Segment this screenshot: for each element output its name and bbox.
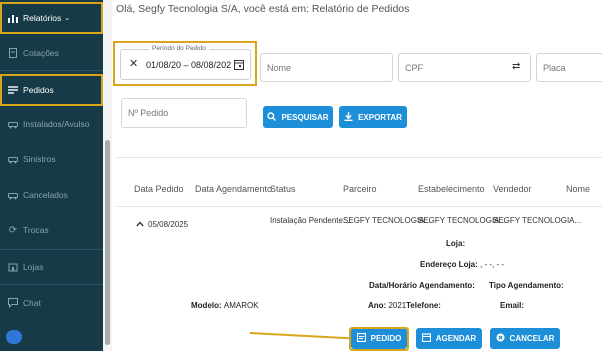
nome-input[interactable]: Nome — [260, 53, 393, 82]
endereco-label-text: Endereço Loja: — [420, 260, 478, 269]
annotation-arrow — [249, 332, 350, 340]
cancel-icon — [496, 333, 505, 344]
column-header-data-pedido[interactable]: Data Pedido — [134, 184, 184, 194]
column-header-nome[interactable]: Nome — [566, 184, 590, 194]
scrollbar-thumb[interactable] — [105, 140, 110, 345]
sidebar-item-label: Instalados/Avulso — [23, 119, 90, 129]
sidebar-item-chat[interactable]: Chat — [0, 287, 103, 319]
period-filter-highlight: Período do Pedido ✕ 01/08/20 – 08/08/202 — [113, 41, 257, 86]
sidebar-item-cotacoes[interactable]: Cotações — [0, 37, 103, 69]
calendar-icon[interactable] — [234, 57, 244, 75]
endereco-label: Endereço Loja: , - -, - - — [420, 260, 504, 269]
column-header-estabelecimento[interactable]: Estabelecimento — [418, 184, 485, 194]
sidebar-item-trocas[interactable]: ⟳ Trocas — [0, 214, 103, 246]
chevron-up-icon[interactable] — [136, 214, 144, 232]
document-icon — [8, 48, 18, 58]
cpf-input[interactable]: CPF ⇄ — [398, 53, 531, 82]
sidebar-item-label: Pedidos — [23, 85, 54, 95]
modelo-label-text: Modelo: — [191, 301, 222, 310]
modelo-value: AMAROK — [223, 301, 259, 310]
car-icon — [8, 154, 18, 164]
divider — [0, 284, 103, 285]
chat-launcher-button[interactable] — [6, 330, 22, 344]
sidebar-item-label: Chat — [23, 298, 41, 308]
nome-placeholder: Nome — [267, 62, 292, 73]
car-icon — [8, 119, 18, 129]
divider — [116, 206, 602, 207]
export-button[interactable]: EXPORTAR — [339, 106, 407, 128]
telefone-label: Telefone: — [406, 301, 441, 310]
chevron-down-icon: ⌄ — [64, 15, 71, 22]
ano-label-text: Ano: — [368, 301, 387, 310]
sidebar-item-cancelados[interactable]: Cancelados — [0, 179, 103, 211]
sidebar-item-label: Sinistros — [23, 154, 56, 164]
agendar-button-label: AGENDAR — [435, 334, 477, 343]
tipo-agendamento-label: Tipo Agendamento: — [489, 281, 564, 290]
placa-input[interactable]: Placa — [536, 53, 602, 82]
search-icon — [267, 111, 277, 123]
sidebar: Relatórios ⌄ Cotações Pedidos Instalados… — [0, 0, 103, 351]
column-header-vendedor[interactable]: Vendedor — [493, 184, 532, 194]
endereco-value: , - -, - - — [480, 260, 505, 269]
refresh-icon: ⟳ — [8, 224, 18, 236]
period-field-label: Período do Pedido — [149, 45, 209, 52]
agendar-button[interactable]: AGENDAR — [416, 328, 482, 349]
store-icon — [8, 262, 18, 272]
column-header-status[interactable]: Status — [270, 184, 296, 194]
sidebar-item-relatorios[interactable]: Relatórios ⌄ — [0, 2, 103, 34]
ano-value: 2021 — [388, 301, 407, 310]
chat-icon — [8, 298, 18, 308]
modelo-label: Modelo: AMAROK — [191, 301, 259, 310]
email-label: Email: — [500, 301, 525, 310]
search-button-label: PESQUISAR — [281, 112, 329, 122]
sidebar-item-label: Lojas — [23, 262, 44, 272]
page-greeting: Olá, Segfy Tecnologia S/A, você está em:… — [116, 3, 410, 15]
column-header-data-agendamento[interactable]: Data Agendamento — [195, 184, 272, 194]
download-icon — [344, 111, 353, 123]
swap-icon[interactable]: ⇄ — [512, 61, 520, 72]
period-value: 01/08/20 – 08/08/202 — [146, 60, 232, 70]
pedido-button-highlight — [349, 327, 409, 351]
placa-placeholder: Placa — [543, 62, 566, 73]
calendar-icon — [421, 333, 431, 344]
sidebar-item-lojas[interactable]: Lojas — [0, 251, 103, 283]
row-vendedor: SEGFY TECNOLOGIA... — [493, 216, 582, 225]
pedido-number-input[interactable]: Nº Pedido — [121, 98, 247, 128]
row-status: Instalação Pendente... — [270, 216, 350, 225]
divider — [0, 70, 103, 71]
period-date-range-field[interactable]: Período do Pedido ✕ 01/08/20 – 08/08/202 — [120, 45, 251, 80]
sidebar-item-label: Relatórios — [23, 13, 62, 23]
bar-chart-icon — [8, 13, 18, 23]
pedido-number-placeholder: Nº Pedido — [128, 108, 169, 118]
sidebar-item-instalados[interactable]: Instalados/Avulso — [0, 108, 103, 140]
export-button-label: EXPORTAR — [358, 112, 402, 122]
car-icon — [8, 190, 18, 200]
cancelar-button[interactable]: CANCELAR — [490, 328, 560, 349]
sidebar-item-label: Trocas — [23, 225, 49, 235]
sidebar-item-label: Cotações — [23, 48, 59, 58]
sidebar-item-pedidos[interactable]: Pedidos — [0, 74, 103, 106]
column-header-parceiro[interactable]: Parceiro — [343, 184, 377, 194]
search-button[interactable]: PESQUISAR — [263, 106, 333, 128]
sidebar-item-label: Cancelados — [23, 190, 68, 200]
row-data-pedido: 05/08/2025 — [148, 220, 189, 229]
data-horario-label: Data/Horário Agendamento: — [369, 281, 475, 290]
ano-label: Ano: 2021 — [368, 301, 406, 310]
divider — [116, 157, 602, 158]
clear-icon[interactable]: ✕ — [129, 57, 138, 70]
sidebar-item-sinistros[interactable]: Sinistros — [0, 143, 103, 175]
cpf-placeholder: CPF — [405, 62, 423, 73]
list-icon — [8, 85, 18, 95]
cancelar-button-label: CANCELAR — [509, 334, 555, 343]
divider — [0, 249, 103, 250]
loja-label: Loja: — [446, 239, 466, 248]
